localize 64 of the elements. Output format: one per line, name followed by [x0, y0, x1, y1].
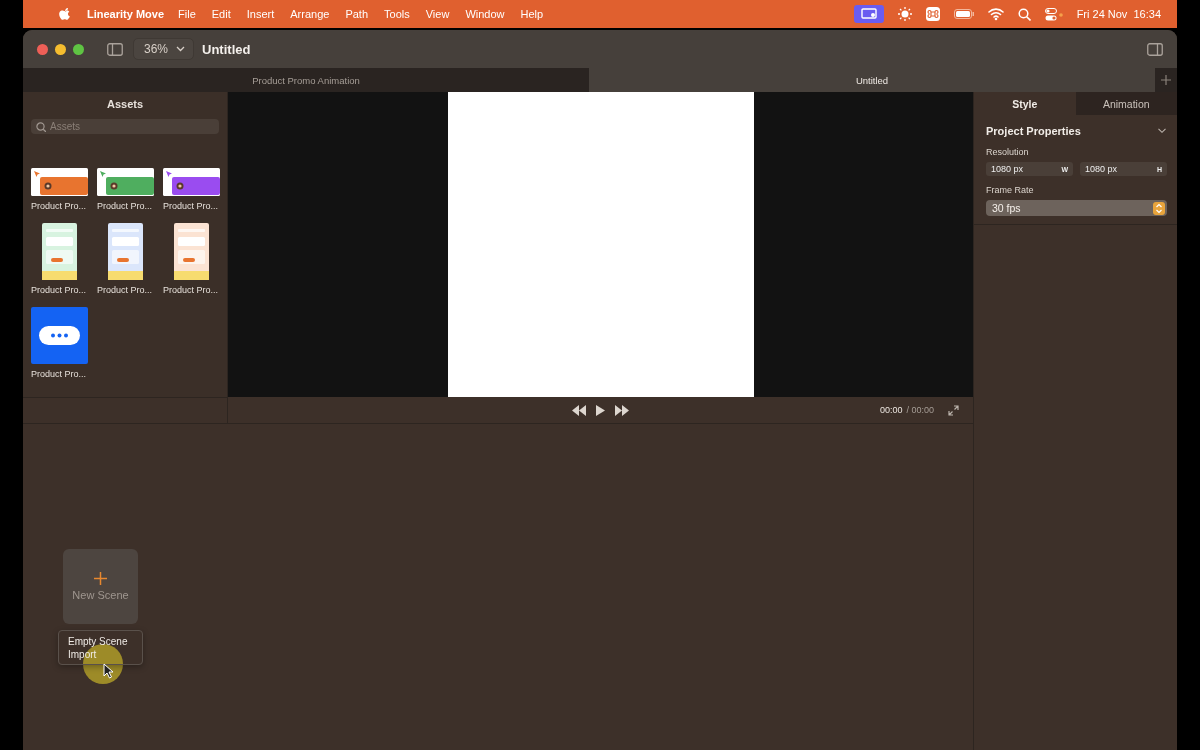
chevron-down-icon[interactable]: [1157, 127, 1167, 135]
panel-title: Assets: [105, 97, 145, 112]
document-title: Untitled: [202, 41, 251, 57]
menu-item[interactable]: Window: [465, 7, 505, 21]
stepper-arrows-icon: [1153, 201, 1165, 215]
asset-thumbnail-drawing[interactable]: [31, 307, 88, 364]
section-title: Project Properties: [986, 125, 1081, 137]
menu-item[interactable]: Arrange: [290, 7, 330, 21]
asset-thumbnail-drawing[interactable]: [31, 168, 88, 196]
inspector-toggle-icon[interactable]: [1147, 42, 1163, 56]
asset-thumbnail-drawing[interactable]: [108, 223, 143, 280]
fullscreen-icon[interactable]: [948, 404, 959, 416]
field-label: Frame Rate: [986, 185, 1034, 195]
menu-bar-clock[interactable]: Fri 24 Nov 16:34: [1076, 8, 1161, 20]
menu-item[interactable]: Edit: [211, 7, 231, 21]
command-key-icon[interactable]: [925, 7, 940, 21]
current-time: 00:00: [879, 405, 903, 415]
asset-thumbnail-drawing[interactable]: [163, 168, 220, 196]
menu-item[interactable]: Path: [345, 7, 369, 21]
menu-item[interactable]: Empty Scene: [59, 635, 142, 648]
menu-item[interactable]: Tools: [384, 7, 410, 21]
asset-label: Product Pro...: [97, 201, 153, 211]
apple-logo-icon[interactable]: [59, 7, 71, 21]
asset-thumbnail-drawing[interactable]: [97, 168, 154, 196]
sidebar-toggle-icon[interactable]: [107, 42, 123, 56]
screen-share-icon[interactable]: [853, 5, 884, 23]
plus-icon: [94, 572, 107, 585]
new-scene-button[interactable]: New Scene: [63, 549, 138, 624]
inspector-tab[interactable]: Animation: [1075, 92, 1177, 115]
asset-label: Product Pro...: [31, 285, 87, 295]
wifi-icon[interactable]: [987, 7, 1004, 21]
chevron-down-icon: [176, 46, 186, 52]
mouse-pointer-icon: [103, 663, 114, 679]
field-label: Resolution: [986, 147, 1029, 157]
close-button[interactable]: [37, 43, 48, 55]
menu-item[interactable]: Insert: [246, 7, 275, 21]
menu-item[interactable]: Help: [520, 7, 544, 21]
play-button[interactable]: [596, 404, 605, 416]
rewind-button[interactable]: [572, 404, 586, 416]
app-menu[interactable]: Linearity Move: [87, 8, 165, 20]
control-center-icon[interactable]: [1044, 7, 1063, 21]
battery-icon[interactable]: [953, 9, 974, 19]
asset-thumbnail-drawing[interactable]: [42, 223, 77, 280]
zoom-button[interactable]: [73, 43, 84, 55]
asset-label: Product Pro...: [163, 201, 219, 211]
minimize-button[interactable]: [55, 43, 66, 55]
frame-rate-dropdown[interactable]: 30 fps: [986, 200, 1167, 216]
asset-thumbnail-drawing[interactable]: [174, 223, 209, 280]
brightness-icon[interactable]: [897, 7, 912, 21]
total-duration: / 00:00: [906, 405, 934, 415]
asset-label: Product Pro...: [163, 285, 219, 295]
menu-item[interactable]: File: [178, 7, 196, 21]
fast-forward-button[interactable]: [615, 404, 629, 416]
asset-label: Product Pro...: [31, 369, 87, 379]
menu-item[interactable]: Import: [59, 648, 142, 661]
zoom-dropdown[interactable]: 36%: [133, 38, 195, 60]
search-field[interactable]: Assets: [31, 119, 219, 134]
menu-item[interactable]: View: [425, 7, 450, 21]
document-tab[interactable]: Untitled: [589, 68, 1155, 92]
plus-icon: [1161, 75, 1171, 85]
asset-label: Product Pro...: [31, 201, 87, 211]
asset-label: Product Pro...: [97, 285, 153, 295]
search-icon: [36, 121, 46, 132]
search-icon[interactable]: [1017, 7, 1031, 21]
